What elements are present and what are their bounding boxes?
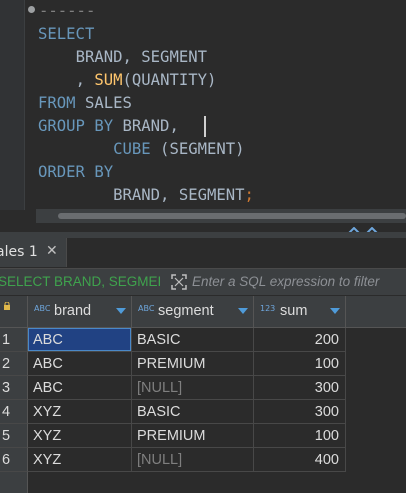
sort-arrow-icon[interactable] bbox=[330, 308, 340, 314]
cell-brand[interactable]: XYZ bbox=[28, 424, 132, 448]
table-row[interactable]: 6 XYZ [NULL] 400 bbox=[0, 448, 406, 472]
group-by-columns: BRAND, bbox=[113, 117, 179, 135]
column-header-filler bbox=[346, 296, 406, 328]
cell-sum[interactable]: 300 bbox=[254, 376, 346, 400]
table-row[interactable]: 1 ABC BASIC 200 bbox=[0, 328, 406, 352]
sql-comment: ------ bbox=[39, 2, 96, 20]
row-number[interactable]: 1 bbox=[0, 328, 28, 352]
lock-icon bbox=[4, 302, 10, 310]
sort-arrow-icon[interactable] bbox=[116, 308, 126, 314]
text-caret bbox=[204, 116, 206, 137]
cell-segment[interactable]: PREMIUM bbox=[132, 352, 254, 376]
keyword-select: SELECT bbox=[38, 25, 95, 43]
code-line-7: ORDER BY bbox=[38, 161, 113, 183]
cell-segment-null[interactable]: [NULL] bbox=[132, 376, 254, 400]
cell-segment[interactable]: PREMIUM bbox=[132, 424, 254, 448]
active-query-text[interactable]: SELECT BRAND, SEGMEI bbox=[0, 269, 164, 295]
column-header-segment[interactable]: ABC segment bbox=[132, 296, 254, 328]
column-header-brand[interactable]: ABC brand bbox=[28, 296, 132, 328]
grid-corner[interactable] bbox=[0, 296, 28, 328]
code-line-3: , SUM(QUANTITY) bbox=[38, 69, 217, 91]
code-line-6: CUBE (SEGMENT) bbox=[38, 138, 245, 160]
row-number[interactable]: 4 bbox=[0, 400, 28, 424]
results-tab-strip: ales 1 ✕ bbox=[0, 238, 406, 269]
sort-arrow-icon[interactable] bbox=[238, 308, 248, 314]
code-line-2: BRAND, SEGMENT bbox=[38, 46, 207, 68]
cell-segment-null[interactable]: [NULL] bbox=[132, 448, 254, 472]
table-row[interactable]: 4 XYZ BASIC 300 bbox=[0, 400, 406, 424]
cell-brand[interactable]: ABC bbox=[28, 376, 132, 400]
cell-brand[interactable]: XYZ bbox=[28, 448, 132, 472]
order-by-columns: BRAND, SEGMENT bbox=[113, 186, 245, 204]
text-type-icon: ABC bbox=[138, 304, 155, 313]
tab-results[interactable]: ales 1 ✕ bbox=[0, 238, 67, 267]
cell-segment[interactable]: BASIC bbox=[132, 400, 254, 424]
close-icon[interactable]: ✕ bbox=[46, 243, 58, 259]
semicolon: ; bbox=[244, 186, 254, 204]
filter-bar: SELECT BRAND, SEGMEI Enter a SQL express… bbox=[0, 269, 406, 295]
result-grid[interactable]: ABC brand ABC segment 123 sum 1 ABC BASI… bbox=[0, 296, 406, 493]
cell-brand[interactable]: ABC bbox=[28, 328, 132, 352]
row-number[interactable]: 6 bbox=[0, 448, 28, 472]
keyword-order-by: ORDER BY bbox=[38, 163, 114, 181]
code-line-8: BRAND, SEGMENT; bbox=[38, 184, 254, 206]
cell-sum[interactable]: 100 bbox=[254, 352, 346, 376]
filter-input[interactable]: Enter a SQL expression to filter bbox=[192, 272, 406, 292]
cell-sum[interactable]: 200 bbox=[254, 328, 346, 352]
cube-argument: (SEGMENT) bbox=[150, 140, 245, 158]
sql-editor[interactable]: ------ SELECT BRAND, SEGMENT , SUM(QUANT… bbox=[0, 0, 406, 232]
sum-argument: (QUANTITY) bbox=[122, 71, 217, 89]
comma: , bbox=[75, 71, 95, 89]
cell-sum[interactable]: 300 bbox=[254, 400, 346, 424]
number-type-icon: 123 bbox=[260, 304, 276, 313]
code-line-5: GROUP BY BRAND, bbox=[38, 115, 179, 137]
row-number[interactable]: 2 bbox=[0, 352, 28, 376]
cell-sum[interactable]: 100 bbox=[254, 424, 346, 448]
row-number[interactable]: 3 bbox=[0, 376, 28, 400]
cell-brand[interactable]: ABC bbox=[28, 352, 132, 376]
fold-marker-icon[interactable] bbox=[28, 6, 35, 13]
keyword-cube: CUBE bbox=[113, 140, 151, 158]
tab-results-label: ales 1 bbox=[0, 244, 38, 260]
code-line-1: SELECT bbox=[38, 23, 94, 45]
editor-gutter bbox=[0, 0, 24, 210]
text-type-icon: ABC bbox=[34, 304, 51, 313]
column-label: brand bbox=[54, 303, 92, 319]
expand-icon[interactable] bbox=[169, 272, 189, 292]
table-row[interactable]: 5 XYZ PREMIUM 100 bbox=[0, 424, 406, 448]
keyword-group-by: GROUP BY bbox=[38, 117, 114, 135]
cell-brand[interactable]: XYZ bbox=[28, 400, 132, 424]
keyword-from: FROM bbox=[38, 94, 76, 112]
column-header-sum[interactable]: 123 sum bbox=[254, 296, 346, 328]
code-line-4: FROM SALES bbox=[38, 92, 132, 114]
row-number[interactable]: 5 bbox=[0, 424, 28, 448]
gutter-divider bbox=[24, 0, 25, 210]
identifier-list: BRAND, SEGMENT bbox=[75, 48, 207, 66]
row-header-filler bbox=[0, 472, 28, 493]
table-name: SALES bbox=[75, 94, 132, 112]
table-row[interactable]: 3 ABC [NULL] 300 bbox=[0, 376, 406, 400]
column-label: segment bbox=[158, 303, 214, 319]
horizontal-scrollbar-thumb[interactable] bbox=[58, 213, 406, 219]
table-row[interactable]: 2 ABC PREMIUM 100 bbox=[0, 352, 406, 376]
column-label: sum bbox=[280, 303, 308, 319]
cell-segment[interactable]: BASIC bbox=[132, 328, 254, 352]
function-sum: SUM bbox=[94, 71, 123, 89]
cell-sum[interactable]: 400 bbox=[254, 448, 346, 472]
